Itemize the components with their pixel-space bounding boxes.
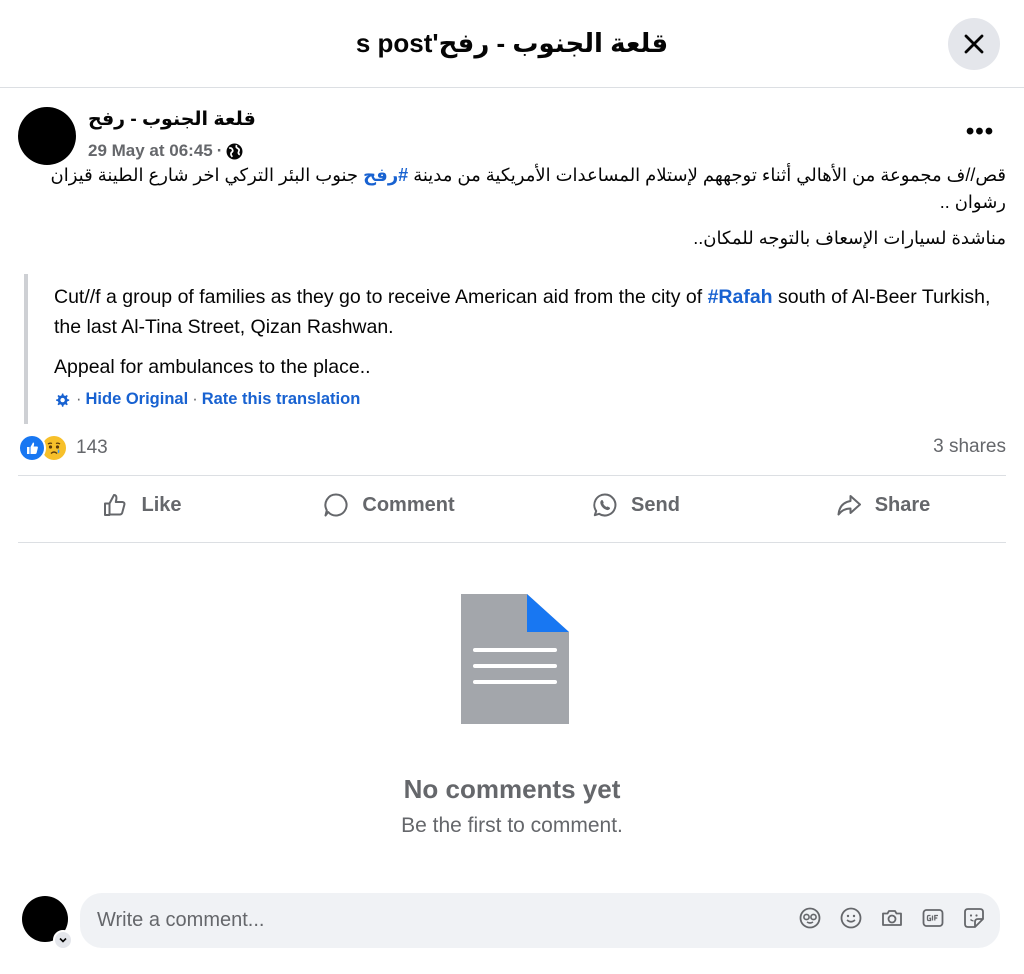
sticker-button[interactable] (962, 906, 986, 930)
sticker-icon (964, 908, 984, 928)
avatar-sticker-icon (799, 907, 821, 929)
translation-text: Cut//f a group of families as they go to… (54, 286, 708, 308)
document-icon (461, 594, 569, 724)
translation-links: · Hide Original · Rate this translation (54, 390, 1004, 409)
hashtag-link[interactable]: #رفح (363, 165, 408, 185)
post-timestamp[interactable]: 29 May at 06:45 (88, 141, 213, 161)
like-icon (104, 494, 126, 516)
photo-button[interactable] (880, 906, 904, 930)
emoji-icon (840, 907, 862, 929)
link-separator: · (76, 390, 82, 408)
comment-icon (324, 493, 348, 517)
comment-input[interactable] (97, 909, 777, 932)
shares-count[interactable]: 3 shares (933, 436, 1006, 458)
gif-icon (922, 909, 944, 927)
gif-button[interactable] (921, 906, 945, 930)
comment-button[interactable]: Comment (265, 476, 512, 534)
more-options-button[interactable]: ••• (958, 116, 1002, 148)
rate-translation-link[interactable]: Rate this translation (202, 390, 361, 409)
post-paragraph-2: مناشدة لسيارات الإسعاف بالتوجه للمكان.. (693, 228, 1006, 248)
like-button[interactable]: Like (18, 476, 265, 534)
reactions-summary[interactable]: 143 (18, 432, 108, 464)
share-icon (837, 495, 861, 516)
post-meta: 29 May at 06:45 · (88, 140, 243, 162)
send-label: Send (631, 493, 680, 516)
dialog-header: قلعة الجنوب - رفح's post (0, 0, 1024, 88)
share-label: Share (874, 493, 931, 516)
translation-paragraph-2: Appeal for ambulances to the place.. (54, 356, 371, 378)
post-actions: Like Comment Send Share (18, 476, 1006, 534)
link-separator: · (192, 390, 198, 408)
reaction-count: 143 (76, 437, 108, 458)
author-avatar[interactable] (18, 107, 76, 165)
close-icon (964, 34, 984, 54)
hide-original-link[interactable]: Hide Original (86, 390, 189, 409)
camera-icon (882, 910, 902, 926)
whatsapp-icon (593, 493, 617, 517)
empty-comments-subtitle: Be the first to comment. (401, 814, 623, 837)
like-icon (18, 434, 46, 462)
divider (18, 542, 1006, 543)
dialog-title: قلعة الجنوب - رفح's post (355, 28, 669, 58)
close-button[interactable] (948, 18, 1000, 70)
like-label: Like (141, 493, 182, 516)
empty-comments-title: No comments yet (403, 774, 621, 804)
author-name[interactable]: قلعة الجنوب - رفح (88, 107, 256, 133)
comment-composer[interactable] (80, 893, 1000, 948)
share-button[interactable]: Share (759, 476, 1006, 534)
emoji-button[interactable] (839, 906, 863, 930)
hashtag-link[interactable]: #Rafah (708, 286, 773, 308)
translation-block: Cut//f a group of families as they go to… (24, 274, 1004, 424)
post-text: قص//ف مجموعة من الأهالي أثناء توجههم لإس… (408, 165, 1006, 185)
comment-label: Comment (362, 493, 455, 516)
avatar-sticker-button[interactable] (798, 906, 822, 930)
post-body: قص//ف مجموعة من الأهالي أثناء توجههم لإس… (18, 162, 1006, 261)
chevron-down-icon (59, 937, 67, 943)
send-button[interactable]: Send (512, 476, 759, 534)
composer-tools (798, 906, 986, 930)
globe-icon (226, 143, 243, 159)
gear-icon[interactable] (54, 392, 70, 408)
profile-switch-button[interactable] (53, 930, 73, 950)
meta-separator: · (216, 141, 223, 160)
translation-paragraph-1: Cut//f a group of families as they go to… (54, 282, 1004, 342)
post-paragraph-1: قص//ف مجموعة من الأهالي أثناء توجههم لإس… (18, 162, 1006, 216)
